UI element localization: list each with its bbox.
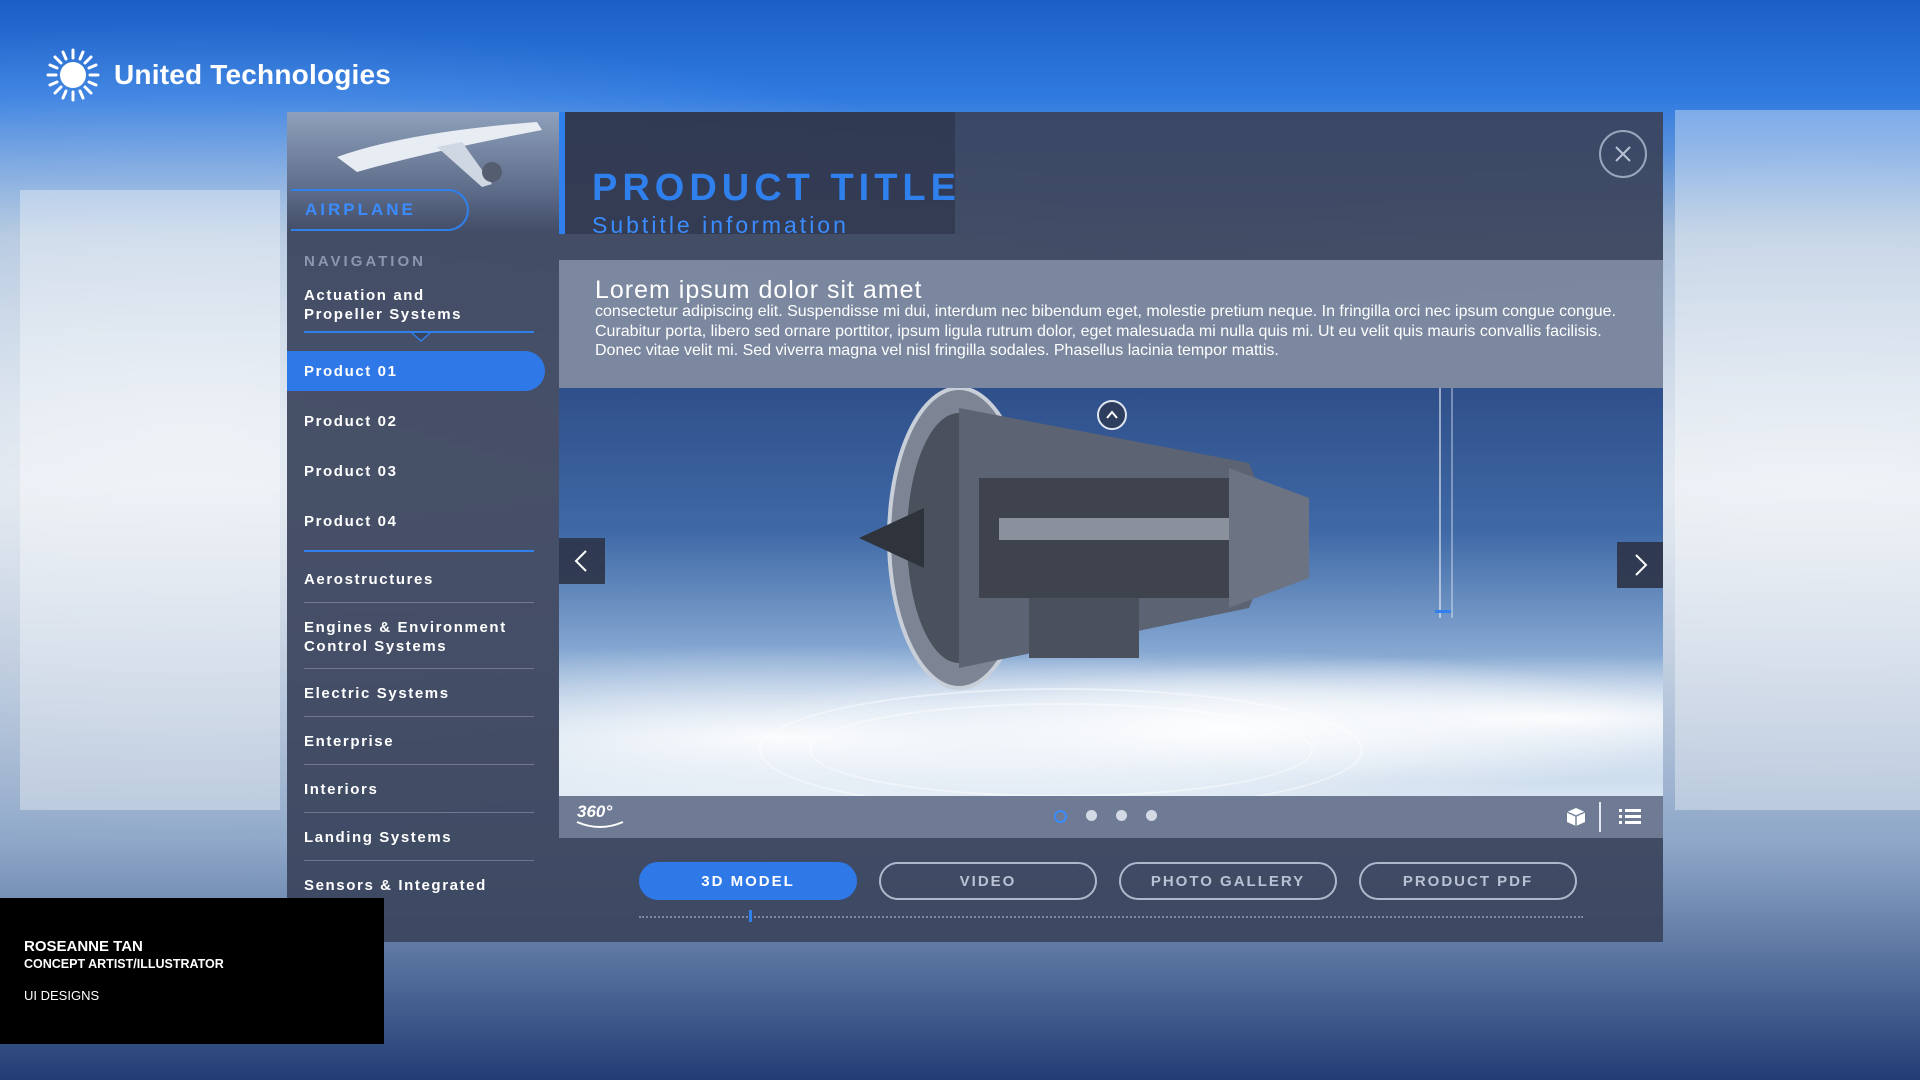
category-divider [304,716,534,717]
nav-group-title-line1: Actuation and [304,287,425,304]
engine-model[interactable] [829,388,1349,698]
next-button[interactable] [1617,542,1663,588]
title-bar: PRODUCT TITLE Subtitle information [559,112,1663,262]
rotate-360-button[interactable]: 360° [576,802,624,828]
up-arrow-icon [1106,410,1118,419]
nav-group-title-line2: Propeller Systems [304,306,463,323]
carousel-dot[interactable] [1146,810,1157,821]
category-label: Sensors & Integrated [304,877,487,894]
main-content: PRODUCT TITLE Subtitle information Lorem… [559,112,1663,942]
product-item-01[interactable]: Product 01 [287,351,545,391]
product-item-02[interactable]: Product 02 [287,401,545,441]
category-label: Engines & Environment [304,619,507,636]
list-view-button[interactable] [1617,804,1643,830]
category-pill-airplane[interactable]: AIRPLANE [291,189,469,231]
scale-line [1451,388,1453,618]
previous-button[interactable] [559,538,605,584]
category-divider [304,668,534,669]
carousel-dots [1054,810,1157,823]
category-divider [304,602,534,603]
chevron-right-icon [1635,554,1648,576]
category-landing-systems[interactable]: Landing Systems [304,828,534,847]
tab-3d-model[interactable]: 3D MODEL [639,862,857,900]
tab-track-marker [749,910,752,922]
description-body: consectetur adipiscing elit. Suspendisse… [595,303,1617,359]
carousel-dot[interactable] [1054,810,1067,823]
chevron-left-icon [574,550,587,572]
tab-track [639,916,1583,918]
category-label-line2: Control Systems [304,638,448,655]
tab-video[interactable]: VIDEO [879,862,1097,900]
background-shape [20,190,280,810]
close-button[interactable] [1599,130,1647,178]
category-label: Enterprise [304,733,395,750]
media-tabs: 3D MODEL VIDEO PHOTO GALLERY PRODUCT PDF [639,862,1577,900]
category-sensors-integrated[interactable]: Sensors & Integrated [304,876,534,895]
brand: United Technologies [46,48,391,102]
nav-heading: NAVIGATION [304,253,426,270]
carousel-dot[interactable] [1086,810,1097,821]
category-interiors[interactable]: Interiors [304,780,534,799]
category-divider [304,764,534,765]
category-aerostructures[interactable]: Aerostructures [304,570,534,589]
category-divider [304,812,534,813]
credit-name: ROSEANNE TAN [24,938,143,955]
credit-section: UI DESIGNS [24,988,100,1003]
category-label: Landing Systems [304,829,453,846]
scale-line [1439,388,1441,618]
tab-photo-gallery[interactable]: PHOTO GALLERY [1119,862,1337,900]
category-label: Aerostructures [304,571,434,588]
credit-box: ROSEANNE TAN CONCEPT ARTIST/ILLUSTRATOR … [0,898,384,1044]
viewer-toolbar: 360° [559,796,1663,838]
product-panel: AIRPLANE NAVIGATION Actuation and Propel… [287,112,1663,942]
product-subtitle: Subtitle information [592,212,849,238]
products-divider [304,550,534,552]
nav-group-title[interactable]: Actuation and Propeller Systems [304,286,534,324]
sunburst-logo-icon [46,48,100,102]
scale-marker [1435,610,1451,613]
sidebar: AIRPLANE NAVIGATION Actuation and Propel… [287,112,559,942]
group-notch-inner [413,333,429,340]
collapse-description-button[interactable] [1097,400,1127,430]
category-engines-environment[interactable]: Engines & Environment Control Systems [304,618,534,656]
category-electric-systems[interactable]: Electric Systems [304,684,534,703]
product-item-03[interactable]: Product 03 [287,451,545,491]
rotate-arrow-icon [576,821,624,828]
brand-name: United Technologies [114,59,392,90]
platform-ring [809,703,1313,796]
carousel-dot[interactable] [1116,810,1127,821]
category-label: Interiors [304,781,379,798]
close-icon [1615,146,1631,162]
cube-view-button[interactable] [1563,804,1589,830]
description-panel: Lorem ipsum dolor sit amet consectetur a… [559,260,1663,388]
description-title: Lorem ipsum dolor sit amet [595,276,923,304]
credit-role: CONCEPT ARTIST/ILLUSTRATOR [24,957,224,971]
product-item-04[interactable]: Product 04 [287,501,545,541]
list-icon [1619,809,1641,824]
background-shape [1675,110,1920,810]
tab-product-pdf[interactable]: PRODUCT PDF [1359,862,1577,900]
product-title: PRODUCT TITLE [592,167,961,209]
3d-viewer[interactable] [559,388,1663,796]
toolbar-separator [1599,802,1601,832]
category-divider [304,860,534,861]
cube-icon [1566,808,1586,826]
category-enterprise[interactable]: Enterprise [304,732,534,751]
category-label: Electric Systems [304,685,450,702]
